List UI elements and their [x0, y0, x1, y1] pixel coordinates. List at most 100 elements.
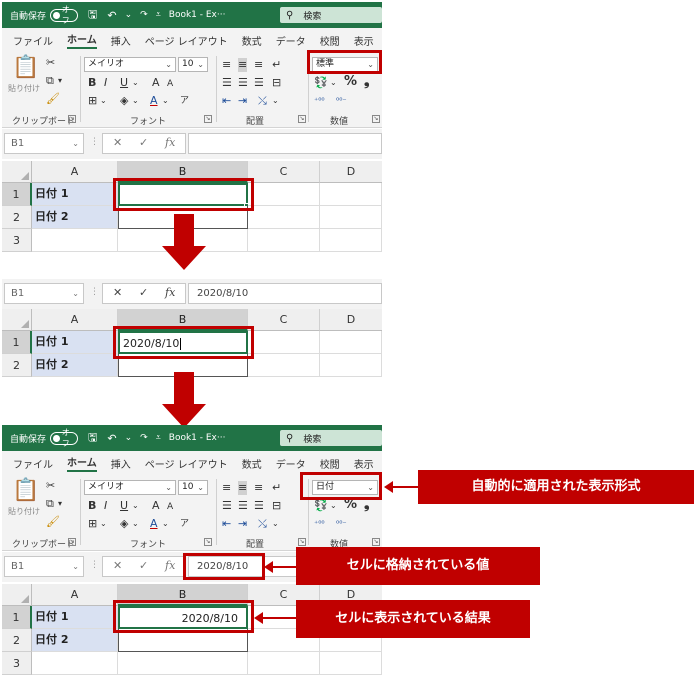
copy-icon[interactable]: ⧉ [46, 497, 54, 511]
underline-dropdown-icon[interactable]: ⌄ [132, 499, 139, 513]
increase-indent-icon[interactable]: ⇥ [238, 517, 247, 531]
tab-formulas[interactable]: 数式 [242, 33, 262, 48]
row-header-3[interactable]: 3 [2, 229, 32, 252]
redo-icon[interactable]: ↷ [140, 433, 148, 443]
paste-icon[interactable]: 📋 [12, 56, 39, 80]
font-size-combo[interactable]: 10 ⌄ [178, 57, 208, 72]
orientation-icon[interactable]: ⤯ [258, 94, 267, 108]
tab-view[interactable]: 表示 [354, 456, 374, 471]
more-options-icon[interactable]: ⋮ [90, 560, 99, 570]
select-all-corner[interactable] [2, 309, 32, 331]
enter-icon[interactable]: ✓ [139, 286, 148, 299]
align-top-icon[interactable]: ≡ [222, 58, 231, 72]
cancel-icon[interactable]: ✕ [113, 136, 122, 149]
name-box[interactable]: B1 ⌄ [4, 556, 84, 577]
enter-icon[interactable]: ✓ [139, 559, 148, 572]
align-middle-icon[interactable]: ≡ [238, 481, 248, 495]
tab-file[interactable]: ファイル [13, 456, 53, 471]
cancel-icon[interactable]: ✕ [113, 559, 122, 572]
column-header-d[interactable]: D [320, 309, 382, 331]
cut-icon[interactable]: ✂ [46, 479, 55, 493]
phonetic-icon[interactable]: ア [180, 517, 189, 531]
redo-icon[interactable]: ↷ [140, 10, 148, 20]
cell-a2[interactable]: 日付 2 [32, 206, 118, 229]
cell-c3[interactable] [248, 652, 320, 675]
formula-input[interactable]: 2020/8/10 [188, 283, 382, 304]
save-icon[interactable]: 🖫 [88, 6, 97, 25]
column-header-a[interactable]: A [32, 309, 118, 331]
font-color-button[interactable]: A [150, 94, 158, 108]
font-launcher-icon[interactable]: ↘ [204, 115, 212, 123]
row-header-3[interactable]: 3 [2, 652, 32, 675]
more-options-icon[interactable]: ⋮ [90, 137, 99, 147]
align-center-icon[interactable]: ☰ [238, 499, 248, 513]
align-left-icon[interactable]: ☰ [222, 76, 232, 90]
align-left-icon[interactable]: ☰ [222, 499, 232, 513]
font-color-dropdown-icon[interactable]: ⌄ [162, 94, 169, 108]
fill-color-dropdown-icon[interactable]: ⌄ [132, 517, 139, 531]
borders-icon[interactable]: ⊞ [88, 517, 97, 531]
name-box[interactable]: B1 ⌄ [4, 133, 84, 154]
number-launcher-icon[interactable]: ↘ [372, 115, 380, 123]
alignment-launcher-icon[interactable]: ↘ [298, 115, 306, 123]
tab-data[interactable]: データ [276, 33, 306, 48]
column-header-c[interactable]: C [248, 161, 320, 183]
cell-c1[interactable] [248, 331, 320, 354]
borders-dropdown-icon[interactable]: ⌄ [100, 517, 107, 531]
font-name-combo[interactable]: メイリオ ⌄ [84, 480, 176, 495]
phonetic-icon[interactable]: ア [180, 94, 189, 108]
column-header-c[interactable]: C [248, 309, 320, 331]
copy-dropdown-icon[interactable]: ▾ [58, 497, 62, 511]
select-all-corner[interactable] [2, 584, 32, 606]
tab-formulas[interactable]: 数式 [242, 456, 262, 471]
select-all-corner[interactable] [2, 161, 32, 183]
bold-button[interactable]: B [88, 76, 96, 90]
fill-color-icon[interactable]: ◈ [120, 517, 128, 531]
autosave-toggle[interactable]: オフ [50, 5, 79, 25]
cell-d1[interactable] [320, 331, 382, 354]
undo-icon[interactable]: ↶ [107, 432, 116, 445]
borders-icon[interactable]: ⊞ [88, 94, 97, 108]
align-top-icon[interactable]: ≡ [222, 481, 231, 495]
cell-d3[interactable] [320, 652, 382, 675]
tab-review[interactable]: 校閲 [320, 456, 340, 471]
cell-c2[interactable] [248, 206, 320, 229]
percent-button[interactable]: % [344, 498, 357, 512]
tab-insert[interactable]: 挿入 [111, 456, 131, 471]
paste-icon[interactable]: 📋 [12, 479, 39, 503]
cell-c3[interactable] [248, 229, 320, 252]
cell-d3[interactable] [320, 229, 382, 252]
row-header-2[interactable]: 2 [2, 629, 32, 652]
more-options-icon[interactable]: ⋮ [90, 287, 99, 297]
currency-format-icon[interactable]: 💱 [314, 76, 328, 90]
currency-format-icon[interactable]: 💱 [314, 499, 328, 513]
decrease-decimal-icon[interactable]: ⁰⁰⁻ [336, 94, 347, 108]
align-center-icon[interactable]: ☰ [238, 76, 248, 90]
save-icon[interactable]: 🖫 [88, 429, 97, 448]
cell-d1[interactable] [320, 183, 382, 206]
cell-c2[interactable] [248, 354, 320, 377]
cell-a2[interactable]: 日付 2 [32, 629, 118, 652]
customize-toolbar-icon[interactable]: ⩡ [156, 10, 161, 20]
undo-icon[interactable]: ↶ [107, 9, 116, 22]
autosave-toggle[interactable]: オフ [50, 428, 79, 448]
font-name-combo[interactable]: メイリオ ⌄ [84, 57, 176, 72]
undo-dropdown-icon[interactable]: ⌄ [125, 433, 133, 443]
orientation-dropdown-icon[interactable]: ⌄ [272, 517, 279, 531]
cell-a1[interactable]: 日付 1 [32, 183, 118, 206]
tab-view[interactable]: 表示 [354, 33, 374, 48]
align-right-icon[interactable]: ☰ [254, 499, 264, 513]
formula-input[interactable] [188, 133, 382, 154]
cell-d2[interactable] [320, 206, 382, 229]
row-header-2[interactable]: 2 [2, 206, 32, 229]
tab-data[interactable]: データ [276, 456, 306, 471]
cell-c1[interactable] [248, 183, 320, 206]
align-middle-icon[interactable]: ≡ [238, 58, 248, 72]
fill-color-icon[interactable]: ◈ [120, 94, 128, 108]
align-bottom-icon[interactable]: ≡ [254, 481, 263, 495]
orientation-icon[interactable]: ⤯ [258, 517, 267, 531]
name-box[interactable]: B1 ⌄ [4, 283, 84, 304]
currency-dropdown-icon[interactable]: ⌄ [330, 499, 337, 513]
align-right-icon[interactable]: ☰ [254, 76, 264, 90]
cancel-icon[interactable]: ✕ [113, 286, 122, 299]
